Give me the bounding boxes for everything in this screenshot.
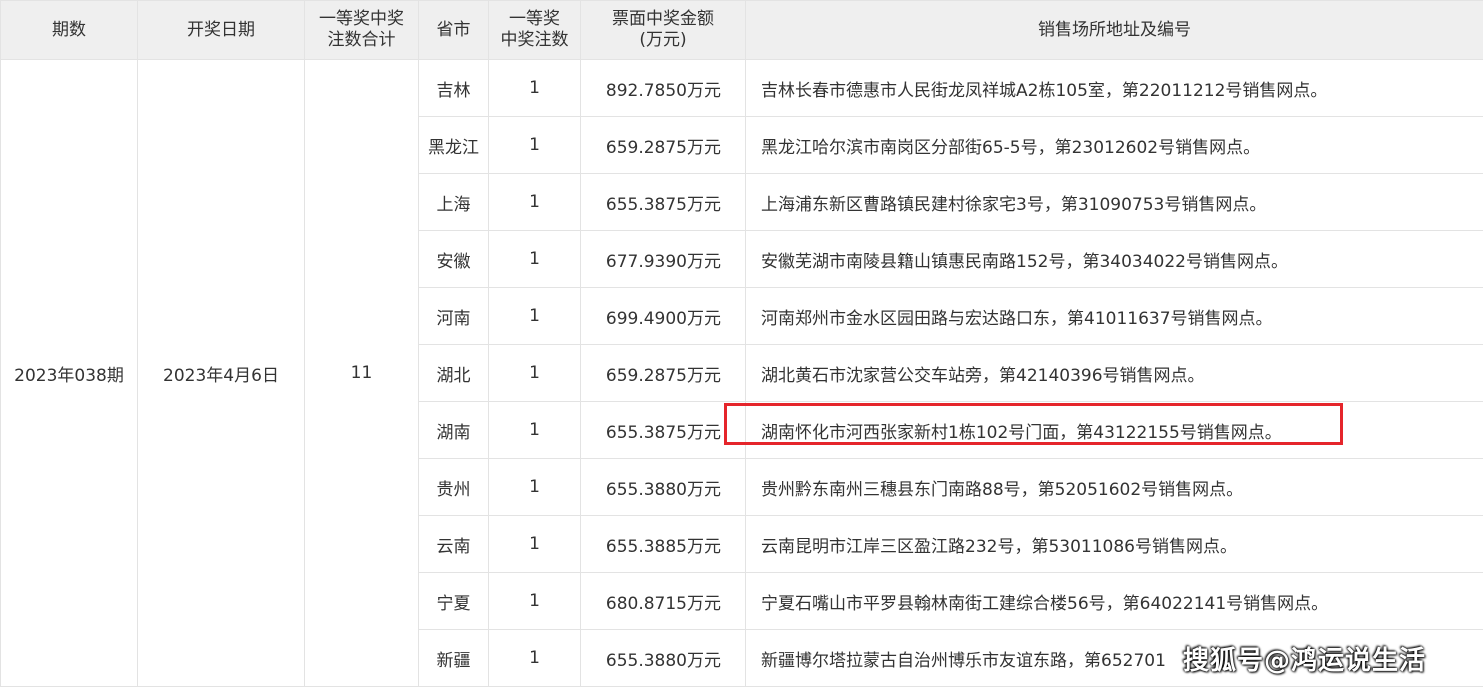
- address-cell: 上海浦东新区曹路镇民建村徐家宅3号，第31090753号销售网点。: [745, 173, 1483, 231]
- header-amount: 票面中奖金额 (万元): [580, 0, 746, 60]
- province-cell: 云南: [418, 515, 489, 573]
- header-amount-line1: 票面中奖金额: [612, 9, 714, 29]
- province-cell: 吉林: [418, 59, 489, 117]
- header-count-line1: 一等奖: [509, 9, 560, 29]
- address-cell: 黑龙江哈尔滨市南岗区分部街65-5号，第23012602号销售网点。: [745, 116, 1483, 174]
- address-cell-highlighted: 湖南怀化市河西张家新村1栋102号门面，第43122155号销售网点。: [745, 401, 1483, 459]
- header-period: 期数: [0, 0, 138, 60]
- count-cell: 1: [488, 629, 581, 687]
- header-total-line1: 一等奖中奖: [319, 9, 404, 29]
- province-cell: 安徽: [418, 230, 489, 288]
- amount-cell: 680.8715万元: [580, 572, 746, 630]
- table-row: 2023年038期 2023年4月6日 11 吉林 1 892.7850万元 吉…: [0, 59, 1483, 687]
- province-cell: 河南: [418, 287, 489, 345]
- header-total-line2: 注数合计: [327, 30, 396, 50]
- period-cell: 2023年038期: [0, 59, 138, 687]
- province-cell: 贵州: [418, 458, 489, 516]
- count-cell: 1: [488, 173, 581, 231]
- province-cell: 上海: [418, 173, 489, 231]
- header-count-line2: 中奖注数: [500, 30, 569, 50]
- header-row: 期数 开奖日期 一等奖中奖 注数合计 省市 一等奖 中奖注数 票面中奖金额 (万元) …: [0, 0, 1483, 60]
- lottery-results-table: 期数 开奖日期 一等奖中奖 注数合计 省市 一等奖 中奖注数 票面中奖金额 (万元) …: [0, 0, 1483, 687]
- count-cell: 1: [488, 572, 581, 630]
- address-cell: 云南昆明市江岸三区盈江路232号，第53011086号销售网点。: [745, 515, 1483, 573]
- address-cell: 河南郑州市金水区园田路与宏达路口东，第41011637号销售网点。: [745, 287, 1483, 345]
- count-cell: 1: [488, 116, 581, 174]
- header-address: 销售场所地址及编号: [745, 0, 1483, 60]
- address-cell: 安徽芜湖市南陵县籍山镇惠民南路152号，第34034022号销售网点。: [745, 230, 1483, 288]
- province-cell: 黑龙江: [418, 116, 489, 174]
- province-cell: 湖南: [418, 401, 489, 459]
- count-cell: 1: [488, 287, 581, 345]
- header-amount-line2: (万元): [639, 30, 687, 50]
- header-winner-count: 一等奖 中奖注数: [488, 0, 581, 60]
- watermark: 搜狐号@鸿运说生活: [1183, 646, 1427, 676]
- amount-cell: 677.9390万元: [580, 230, 746, 288]
- header-total-winners: 一等奖中奖 注数合计: [304, 0, 419, 60]
- total-winners-cell: 11: [304, 59, 419, 687]
- address-cell: 湖北黄石市沈家营公交车站旁，第42140396号销售网点。: [745, 344, 1483, 402]
- amount-cell: 659.2875万元: [580, 116, 746, 174]
- province-cell: 宁夏: [418, 572, 489, 630]
- amount-cell: 655.3875万元: [580, 173, 746, 231]
- amount-cell: 655.3880万元: [580, 458, 746, 516]
- address-cell: 贵州黔东南州三穗县东门南路88号，第52051602号销售网点。: [745, 458, 1483, 516]
- count-cell: 1: [488, 401, 581, 459]
- address-cell: 宁夏石嘴山市平罗县翰林南街工建综合楼56号，第64022141号销售网点。: [745, 572, 1483, 630]
- count-cell: 1: [488, 515, 581, 573]
- province-cell: 湖北: [418, 344, 489, 402]
- count-cell: 1: [488, 59, 581, 117]
- address-cell: 吉林长春市德惠市人民街龙凤祥城A2栋105室，第22011212号销售网点。: [745, 59, 1483, 117]
- header-draw-date: 开奖日期: [137, 0, 305, 60]
- amount-cell: 659.2875万元: [580, 344, 746, 402]
- amount-cell: 655.3885万元: [580, 515, 746, 573]
- amount-cell: 655.3875万元: [580, 401, 746, 459]
- amount-cell: 892.7850万元: [580, 59, 746, 117]
- province-cell: 新疆: [418, 629, 489, 687]
- count-cell: 1: [488, 230, 581, 288]
- count-cell: 1: [488, 344, 581, 402]
- draw-date-cell: 2023年4月6日: [137, 59, 305, 687]
- amount-cell: 655.3880万元: [580, 629, 746, 687]
- count-cell: 1: [488, 458, 581, 516]
- amount-cell: 699.4900万元: [580, 287, 746, 345]
- header-province: 省市: [418, 0, 489, 60]
